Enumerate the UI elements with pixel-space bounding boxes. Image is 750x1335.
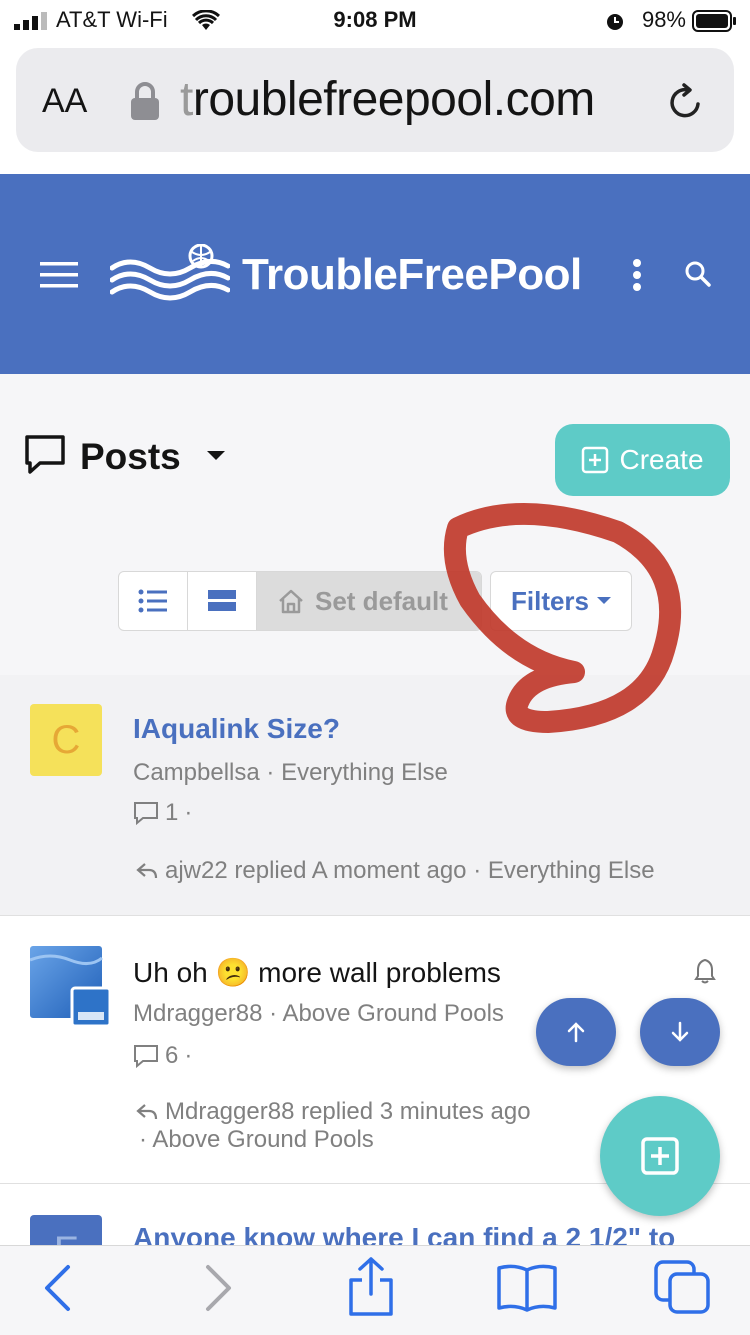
- arrow-down-icon: [671, 1021, 689, 1042]
- site-header: TroubleFreePool: [0, 174, 750, 374]
- last-reply: ajw22 replied A moment ago · Everything …: [135, 857, 655, 885]
- post-meta: Campbellsa · Everything Else: [133, 759, 448, 786]
- bell-icon[interactable]: [694, 958, 716, 984]
- more-vertical-icon[interactable]: [631, 258, 643, 292]
- post-title-link[interactable]: Uh oh 😕 more wall problems: [133, 956, 501, 989]
- posts-speech-bubble-icon: [25, 435, 65, 474]
- last-reply: Mdragger88 replied 3 minutes ago · Above…: [135, 1098, 531, 1154]
- tabs-icon[interactable]: [654, 1260, 712, 1316]
- card-view-button[interactable]: [188, 572, 257, 630]
- reply-count: 6 ·: [133, 1042, 192, 1070]
- comment-icon: [134, 1045, 158, 1068]
- reply-arrow-icon: [136, 863, 158, 879]
- plus-square-icon: [641, 1137, 679, 1175]
- post-forum[interactable]: Everything Else: [281, 759, 448, 786]
- create-fab-button[interactable]: [600, 1096, 720, 1216]
- avatar[interactable]: F: [30, 1215, 102, 1246]
- battery-percent: 98%: [641, 7, 686, 32]
- page-title[interactable]: Posts: [80, 436, 181, 478]
- plus-square-icon: [582, 446, 609, 474]
- battery-icon: [692, 10, 736, 32]
- scroll-top-button[interactable]: [536, 998, 616, 1066]
- address-bar[interactable]: AA troublefreepool.com: [16, 48, 734, 152]
- post-author[interactable]: Campbellsa: [133, 759, 260, 786]
- post-title-link[interactable]: IAqualink Size?: [133, 713, 340, 745]
- set-default-button[interactable]: Set default: [257, 572, 481, 630]
- forward-icon[interactable]: [204, 1264, 234, 1312]
- chevron-down-icon[interactable]: [206, 450, 226, 462]
- comment-icon: [134, 802, 158, 825]
- reload-icon[interactable]: [666, 82, 706, 122]
- alarm-icon: [607, 14, 623, 30]
- scroll-bottom-button[interactable]: [640, 998, 720, 1066]
- list-view-button[interactable]: [119, 572, 188, 630]
- filters-button[interactable]: Filters: [490, 571, 632, 631]
- browser-bar: AA troublefreepool.com: [0, 40, 750, 174]
- url-text[interactable]: troublefreepool.com: [180, 72, 670, 127]
- status-bar: AT&T Wi-Fi 9:08 PM 98%: [0, 0, 750, 40]
- bookmarks-icon[interactable]: [496, 1262, 558, 1312]
- card-view-icon: [208, 590, 236, 611]
- clock: 9:08 PM: [333, 7, 417, 32]
- avatar[interactable]: C: [30, 704, 102, 776]
- browser-toolbar: [0, 1245, 750, 1335]
- site-brand-name[interactable]: TroubleFreePool: [242, 250, 582, 300]
- arrow-up-icon: [567, 1022, 585, 1043]
- filters-chevron-down-icon: [597, 597, 612, 604]
- lock-icon: [131, 82, 159, 120]
- post-forum[interactable]: Above Ground Pools: [282, 1000, 503, 1027]
- reply-count: 1 ·: [133, 799, 192, 827]
- home-icon: [279, 589, 303, 614]
- create-button[interactable]: Create: [555, 424, 730, 496]
- search-icon[interactable]: [684, 260, 712, 288]
- text-size-button[interactable]: AA: [42, 82, 87, 121]
- reply-arrow-icon: [136, 1104, 158, 1120]
- post-author[interactable]: Mdragger88: [133, 1000, 262, 1027]
- emoji-confused: 😕: [215, 957, 251, 988]
- back-icon[interactable]: [42, 1264, 72, 1312]
- post-item[interactable]: C IAqualink Size? Campbellsa · Everythin…: [0, 675, 750, 915]
- view-toolbar: Set default: [118, 571, 482, 631]
- hamburger-menu-icon[interactable]: [40, 262, 80, 288]
- avatar[interactable]: [30, 946, 112, 1028]
- post-meta: Mdragger88 · Above Ground Pools: [133, 1000, 504, 1027]
- list-view-icon: [138, 589, 167, 613]
- post-title-link[interactable]: Anyone know where I can find a 2 1/2" to: [133, 1222, 675, 1246]
- share-icon[interactable]: [346, 1256, 396, 1318]
- logo-waves-icon[interactable]: [110, 244, 230, 304]
